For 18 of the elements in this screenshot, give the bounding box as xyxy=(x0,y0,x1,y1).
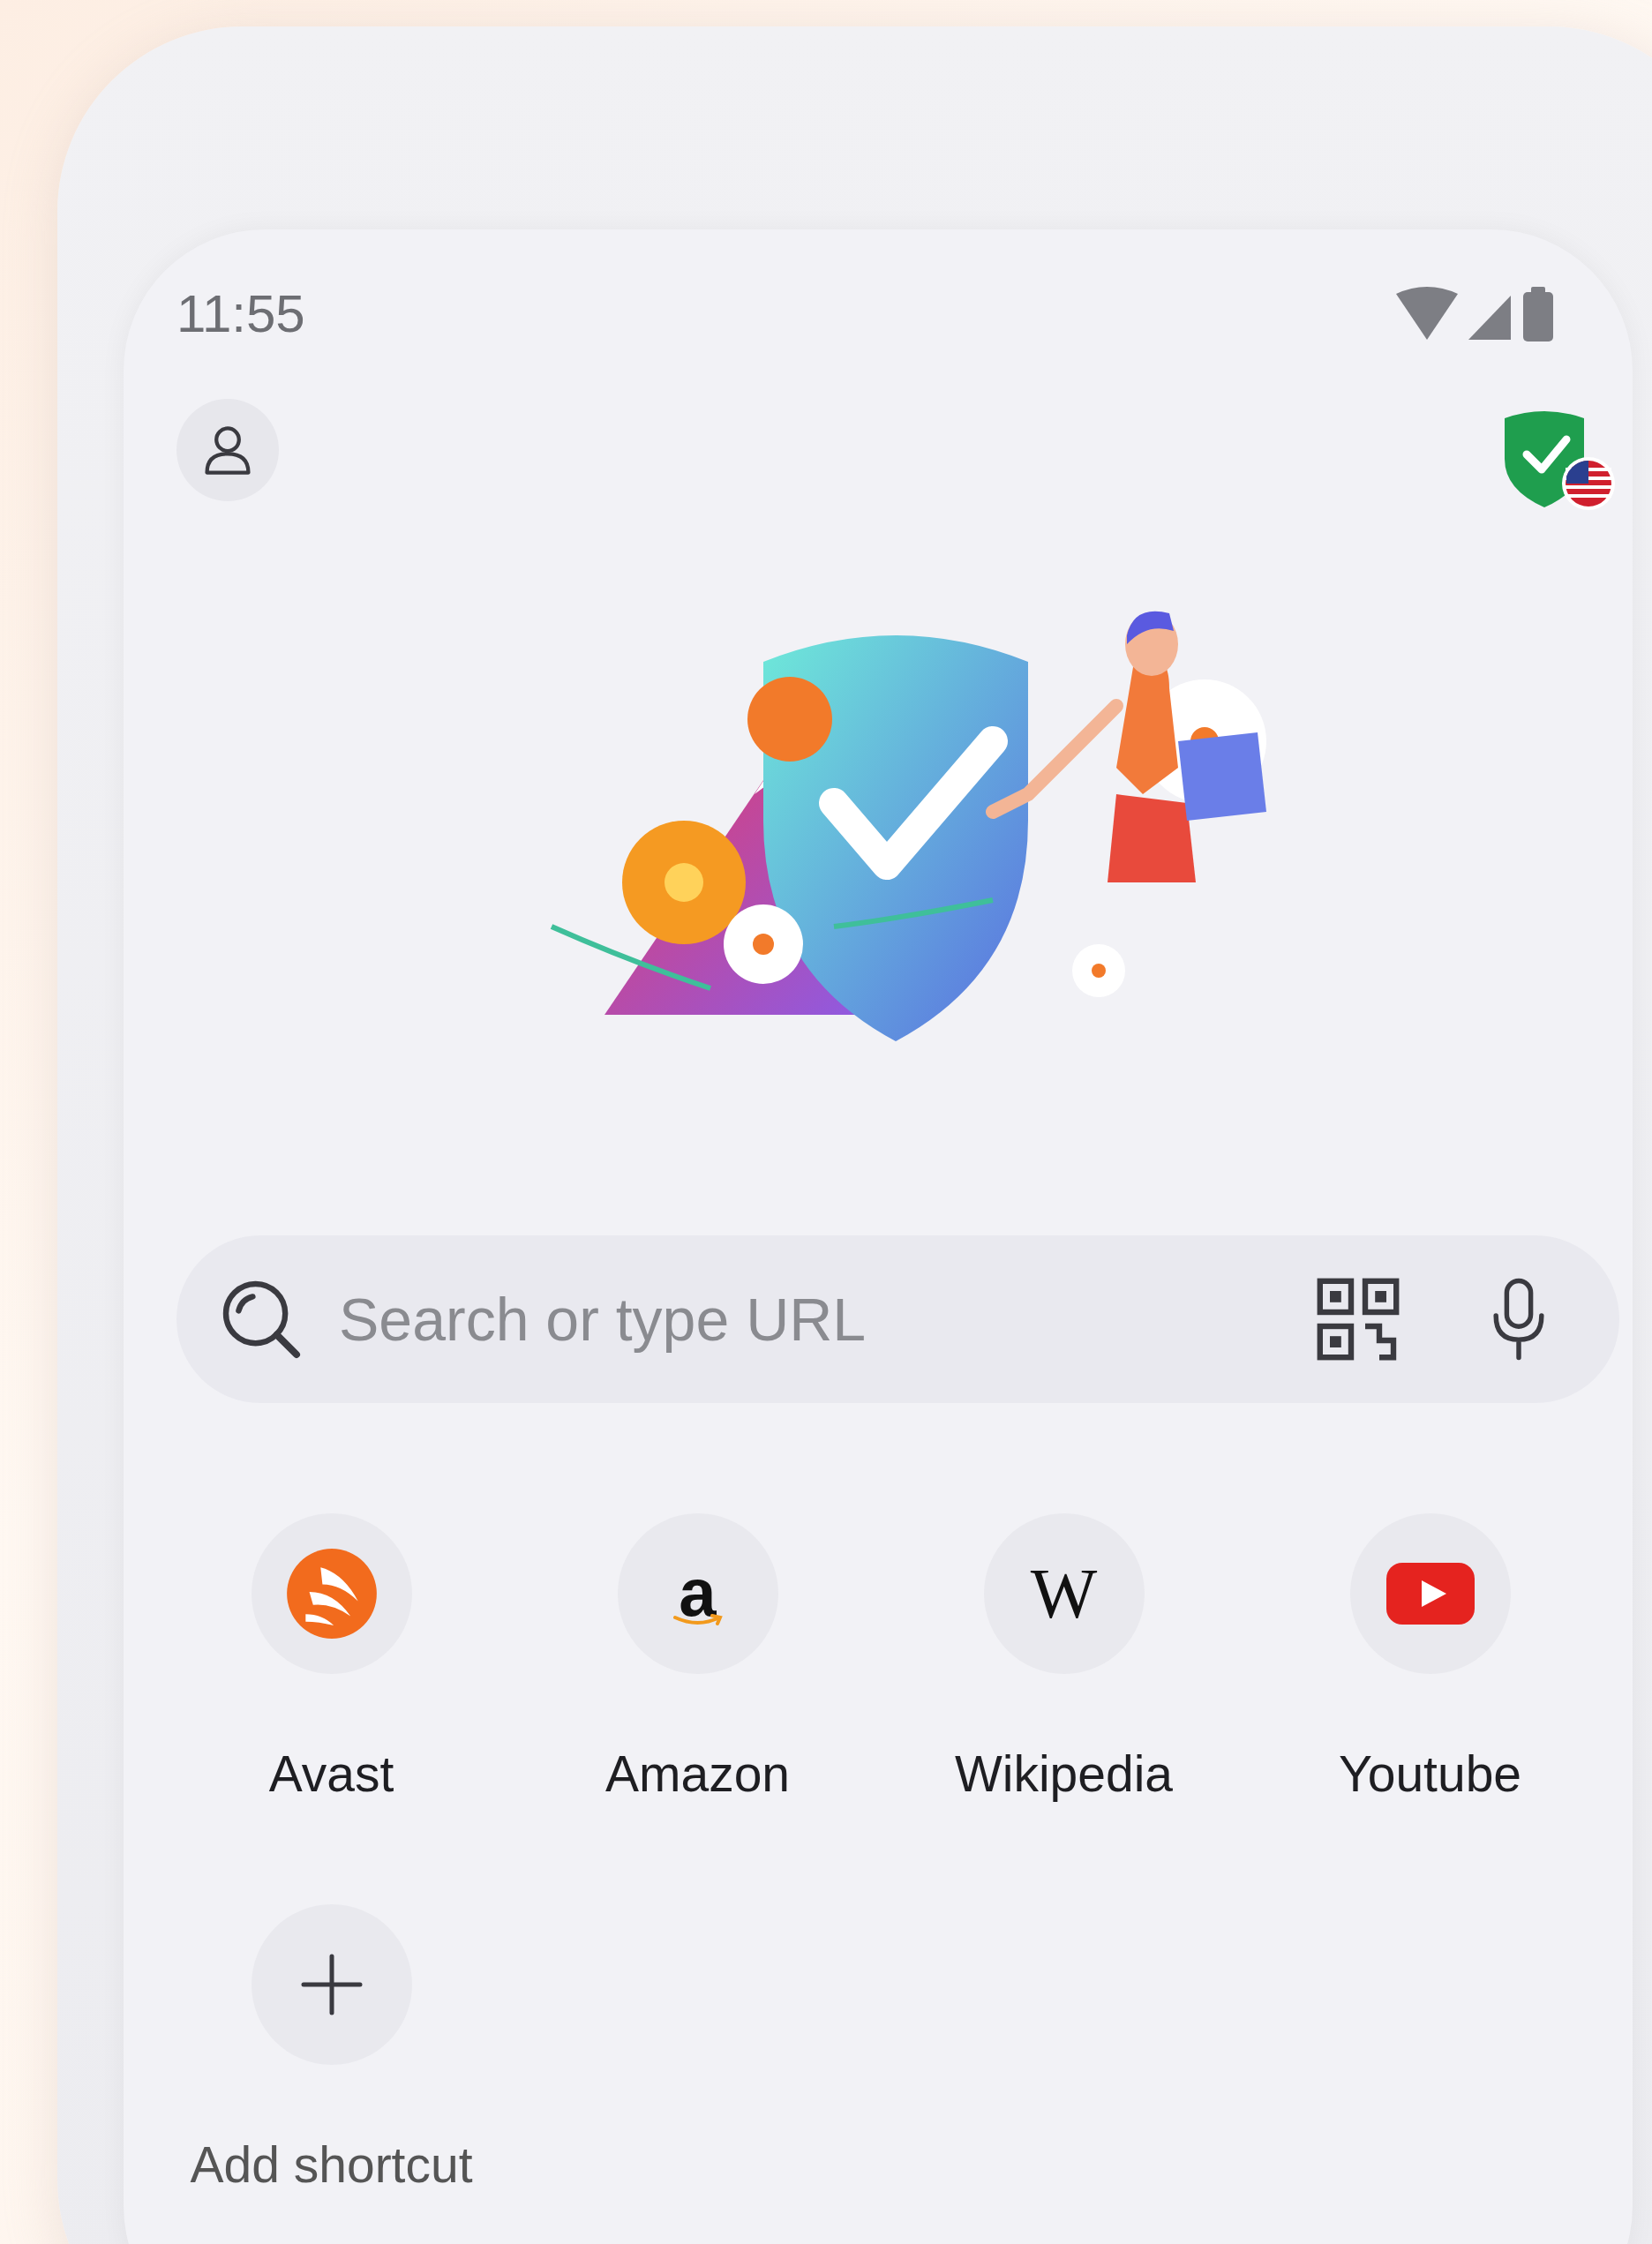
search-field[interactable]: Search or type URL xyxy=(339,1285,1280,1354)
wikipedia-logo-icon: W xyxy=(1030,1553,1098,1634)
search-bar[interactable]: Search or type URL xyxy=(176,1235,1619,1403)
shortcut-button[interactable]: a xyxy=(617,1513,778,1674)
shortcut-label: Amazon xyxy=(604,1745,791,1803)
add-shortcut-label: Add shortcut xyxy=(190,2135,473,2194)
wifi-icon xyxy=(1396,285,1458,341)
shortcut-label: Wikipedia xyxy=(954,1745,1174,1803)
battery-icon xyxy=(1523,287,1553,341)
shortcut-label: Youtube xyxy=(1338,1745,1522,1803)
signal-icon xyxy=(1468,294,1513,341)
shortcut-label: Avast xyxy=(268,1745,394,1803)
qr-code-icon[interactable] xyxy=(1316,1277,1400,1362)
youtube-logo-icon xyxy=(1385,1563,1475,1625)
avast-logo-icon xyxy=(284,1547,379,1640)
shortcut-button[interactable]: W xyxy=(983,1513,1145,1674)
plus-icon xyxy=(300,1954,363,2015)
status-time: 11:55 xyxy=(176,282,305,344)
